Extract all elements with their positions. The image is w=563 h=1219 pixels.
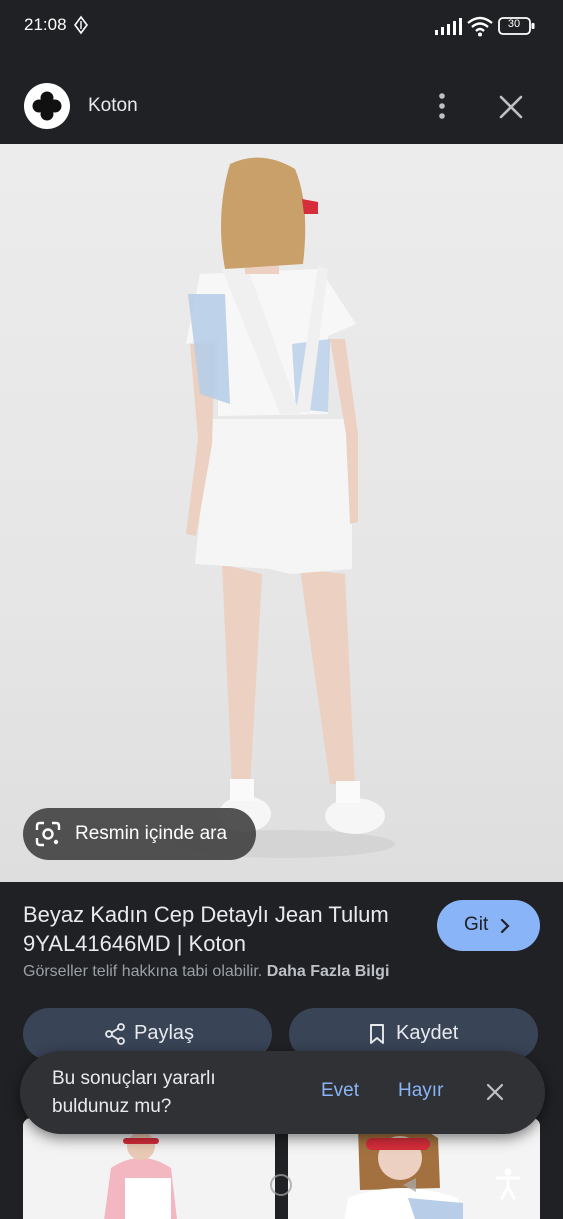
- wifi-icon: [467, 16, 493, 37]
- home-nav-button[interactable]: [270, 1174, 292, 1196]
- share-label: Paylaş: [134, 1022, 195, 1044]
- product-image[interactable]: Resmin içinde ara: [0, 144, 563, 882]
- share-icon: [105, 1023, 125, 1045]
- search-inside-image-label: Resmin içinde ara: [75, 823, 228, 844]
- status-bar: 21:08 30: [0, 0, 563, 52]
- go-button[interactable]: Git: [437, 900, 540, 951]
- koton-logo-icon: [24, 83, 70, 129]
- battery-icon: 30: [498, 16, 536, 36]
- close-icon[interactable]: [486, 1083, 504, 1101]
- result-title[interactable]: Beyaz Kadın Cep Detaylı Jean Tulum 9YAL4…: [23, 900, 423, 958]
- feedback-prompt: Bu sonuçları yararlı buldunuz mu? Evet H…: [20, 1051, 545, 1134]
- app-bar: Koton: [0, 64, 563, 144]
- app-title: Koton: [88, 95, 138, 116]
- accessibility-icon[interactable]: [494, 1168, 522, 1200]
- copyright-notice: Görseller telif hakkına tabi olabilir. D…: [23, 963, 389, 981]
- save-label: Kaydet: [396, 1022, 459, 1044]
- battery-level: 30: [507, 18, 521, 30]
- feedback-question: Bu sonuçları yararlı buldunuz mu?: [52, 1068, 216, 1117]
- model-illustration: [175, 157, 395, 858]
- status-time: 21:08: [24, 15, 67, 34]
- bookmark-icon: [370, 1024, 384, 1044]
- google-lens-icon: [35, 821, 61, 847]
- sync-icon: [74, 15, 88, 35]
- feedback-yes-button[interactable]: Evet: [321, 1080, 359, 1102]
- more-vert-icon[interactable]: [430, 92, 454, 120]
- copyright-text: Görseller telif hakkına tabi olabilir.: [23, 963, 263, 980]
- search-inside-image-button[interactable]: Resmin içinde ara: [23, 808, 256, 860]
- go-label: Git: [464, 914, 489, 935]
- chevron-right-icon: [500, 918, 510, 934]
- close-icon[interactable]: [498, 94, 524, 120]
- back-nav-icon[interactable]: [400, 1176, 418, 1194]
- signal-icon: [435, 18, 462, 35]
- more-info-link[interactable]: Daha Fazla Bilgi: [267, 963, 390, 980]
- feedback-no-button[interactable]: Hayır: [398, 1080, 443, 1102]
